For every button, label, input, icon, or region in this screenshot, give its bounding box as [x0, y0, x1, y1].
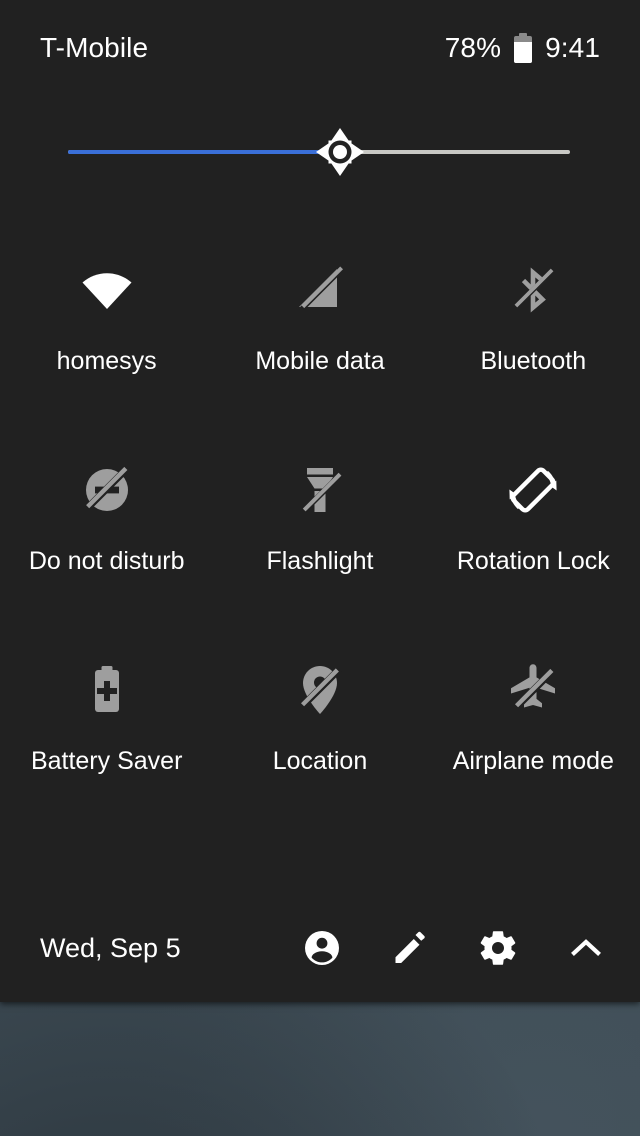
tile-mobile-data[interactable]: Mobile data — [213, 236, 426, 436]
tile-label: Rotation Lock — [456, 547, 610, 575]
bluetooth-off-icon — [501, 258, 565, 322]
clock-label: 9:41 — [545, 32, 600, 63]
tile-label: homesys — [56, 347, 157, 375]
status-bar: T-Mobile 78% 9:41 — [0, 0, 640, 96]
location-off-icon — [288, 658, 352, 722]
battery-saver-icon — [75, 658, 139, 722]
wifi-icon — [75, 258, 139, 322]
flashlight-off-icon — [288, 458, 352, 522]
mobile-data-off-icon — [288, 258, 352, 322]
quick-settings-screen: T-Mobile 78% 9:41 homesys Mobile data Bl… — [0, 0, 640, 1136]
airplane-off-icon — [501, 658, 565, 722]
brightness-sun-icon[interactable] — [311, 123, 369, 181]
tile-flashlight[interactable]: Flashlight — [213, 436, 426, 636]
pencil-edit-icon[interactable] — [388, 926, 432, 970]
do-not-disturb-off-icon — [75, 458, 139, 522]
user-account-icon[interactable] — [300, 926, 344, 970]
tile-bluetooth[interactable]: Bluetooth — [427, 236, 640, 436]
tile-battery-saver[interactable]: Battery Saver — [0, 636, 213, 836]
screen-rotation-icon — [501, 458, 565, 522]
tile-airplane-mode[interactable]: Airplane mode — [427, 636, 640, 836]
carrier-label: T-Mobile — [40, 32, 149, 63]
tile-label: Flashlight — [266, 547, 374, 575]
footer-actions — [300, 926, 608, 970]
brightness-fill — [68, 150, 340, 154]
tile-location[interactable]: Location — [213, 636, 426, 836]
battery-icon — [514, 33, 533, 63]
status-bar-right: 78% 9:41 — [445, 33, 600, 63]
tile-label: Airplane mode — [452, 747, 614, 775]
tile-rotation-lock[interactable]: Rotation Lock — [427, 436, 640, 636]
tile-label: Mobile data — [255, 347, 385, 375]
battery-percent-label: 78% — [444, 32, 502, 63]
panel-footer: Wed, Sep 5 — [0, 894, 640, 1002]
brightness-slider[interactable] — [0, 120, 640, 184]
tile-label: Do not disturb — [28, 547, 185, 575]
gear-icon[interactable] — [476, 926, 520, 970]
tile-label: Location — [272, 747, 368, 775]
tile-do-not-disturb[interactable]: Do not disturb — [0, 436, 213, 636]
quick-settings-panel: T-Mobile 78% 9:41 homesys Mobile data Bl… — [0, 0, 640, 1002]
quick-settings-tile-grid: homesys Mobile data Bluetooth Do not dis… — [0, 236, 640, 836]
chevron-up-icon[interactable] — [564, 926, 608, 970]
footer-date-label: Wed, Sep 5 — [40, 932, 181, 963]
tile-label: Bluetooth — [480, 347, 587, 375]
tile-label: Battery Saver — [30, 747, 183, 775]
tile-wifi[interactable]: homesys — [0, 236, 213, 436]
